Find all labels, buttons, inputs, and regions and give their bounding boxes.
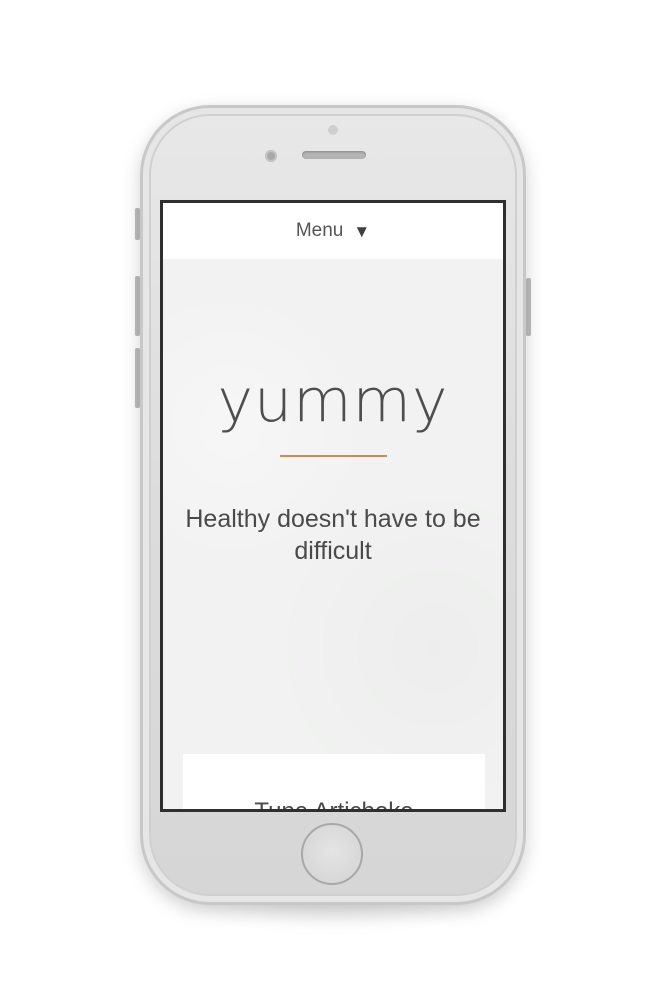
site-logo[interactable]: yummy [163, 371, 503, 431]
earpiece-speaker [302, 151, 366, 159]
menu-label: Menu [295, 220, 344, 241]
caret-down-icon: ▼ [353, 221, 371, 241]
recipe-card[interactable]: Tuna Artichoke [183, 754, 485, 809]
accent-divider [280, 455, 387, 457]
power-button [526, 278, 531, 336]
device-mockup: Menu ▼ yummy Healthy doesn't have to be … [0, 0, 666, 1000]
menu-toggle-button[interactable]: Menu ▼ [296, 220, 370, 242]
hero-section: yummy Healthy doesn't have to be difficu… [163, 259, 503, 809]
recipe-card-title[interactable]: Tuna Artichoke [183, 798, 485, 809]
proximity-sensor-icon [265, 150, 277, 162]
top-navigation-bar: Menu ▼ [163, 203, 503, 259]
site-tagline: Healthy doesn't have to be difficult [185, 505, 481, 565]
phone-screen: Menu ▼ yummy Healthy doesn't have to be … [160, 200, 506, 812]
home-button [301, 823, 363, 885]
front-camera-icon [328, 125, 338, 135]
